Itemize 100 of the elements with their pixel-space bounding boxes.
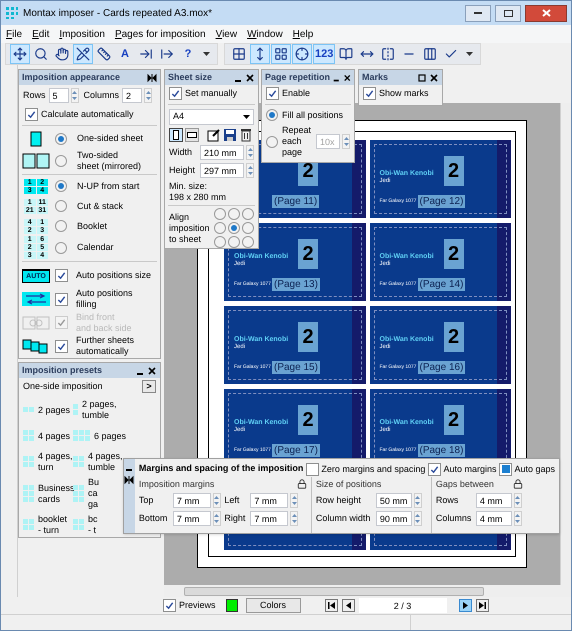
close-icon[interactable] bbox=[429, 72, 439, 82]
next-button[interactable]: > bbox=[142, 380, 156, 393]
toolbar-button[interactable] bbox=[271, 44, 291, 64]
maximize-icon[interactable] bbox=[417, 72, 427, 82]
radio-button[interactable] bbox=[55, 132, 67, 145]
down-arrow-icon bbox=[415, 520, 420, 524]
landscape-button[interactable] bbox=[185, 128, 199, 142]
number-field[interactable]: 7 mm bbox=[172, 493, 211, 508]
radio-button[interactable] bbox=[55, 220, 67, 232]
checkbox[interactable] bbox=[306, 462, 320, 476]
radio-button[interactable] bbox=[214, 222, 226, 234]
number-field[interactable]: 4 mm bbox=[476, 493, 512, 508]
up-arrow-icon bbox=[292, 496, 297, 499]
lock-icon[interactable] bbox=[296, 479, 307, 489]
previous-page-button[interactable] bbox=[342, 599, 355, 612]
colors-button[interactable]: Colors bbox=[246, 598, 301, 613]
checkbox[interactable] bbox=[55, 292, 68, 306]
radio-button[interactable] bbox=[242, 222, 254, 234]
number-field[interactable]: 4 mm bbox=[476, 511, 512, 526]
radio-button[interactable] bbox=[228, 236, 240, 248]
split-arrows-icon[interactable] bbox=[124, 475, 134, 485]
close-icon[interactable] bbox=[245, 72, 255, 82]
number-field[interactable]: 2 bbox=[122, 88, 142, 103]
close-button[interactable] bbox=[525, 4, 567, 22]
checkbox[interactable] bbox=[499, 462, 512, 476]
number-field[interactable]: 7 mm bbox=[250, 511, 288, 526]
number-field[interactable]: 5 bbox=[48, 88, 69, 103]
edit-icon[interactable] bbox=[207, 128, 221, 142]
number-field[interactable]: 297 mm bbox=[200, 163, 244, 178]
scrollbar-thumb[interactable] bbox=[184, 586, 484, 596]
menu-item[interactable]: View bbox=[214, 26, 240, 42]
menu-item[interactable]: Edit bbox=[30, 26, 52, 42]
radio-button[interactable] bbox=[242, 236, 254, 248]
checkbox[interactable] bbox=[55, 269, 68, 282]
save-icon[interactable] bbox=[223, 128, 237, 142]
radio-button[interactable] bbox=[55, 154, 67, 167]
radio-button[interactable] bbox=[214, 208, 226, 220]
checkbox[interactable] bbox=[25, 108, 38, 121]
spin-button[interactable] bbox=[246, 163, 254, 178]
close-icon[interactable] bbox=[342, 72, 351, 82]
first-page-button[interactable] bbox=[324, 599, 338, 612]
toolbar-button[interactable]: ? bbox=[178, 44, 198, 64]
checkbox[interactable] bbox=[363, 87, 376, 100]
menu-item[interactable]: File bbox=[4, 26, 24, 42]
checkbox[interactable] bbox=[55, 340, 68, 353]
radio-button[interactable] bbox=[266, 136, 278, 148]
up-arrow-icon bbox=[292, 514, 297, 517]
radio-button[interactable] bbox=[242, 208, 254, 220]
maximize-button[interactable] bbox=[495, 4, 521, 22]
radio-button[interactable] bbox=[55, 180, 67, 192]
portrait-button[interactable] bbox=[169, 128, 183, 142]
toolbar-button[interactable] bbox=[250, 44, 270, 64]
spin-button[interactable] bbox=[212, 511, 221, 526]
checkbox[interactable] bbox=[169, 87, 182, 100]
spin-button[interactable] bbox=[290, 511, 298, 526]
spin-button[interactable] bbox=[514, 511, 522, 526]
number-field[interactable]: 210 mm bbox=[200, 145, 244, 160]
radio-button[interactable] bbox=[55, 242, 67, 254]
number-field[interactable]: 7 mm bbox=[172, 511, 211, 526]
toolbar-button[interactable] bbox=[292, 44, 312, 64]
number-field[interactable]: 90 mm bbox=[376, 511, 412, 526]
number-field[interactable]: 50 mm bbox=[376, 493, 412, 508]
menu-item[interactable]: Help bbox=[290, 26, 316, 42]
toolbar-button[interactable] bbox=[10, 44, 30, 64]
label: Size of positions bbox=[316, 478, 382, 490]
trash-icon[interactable] bbox=[239, 128, 253, 142]
radio-button[interactable] bbox=[266, 109, 278, 121]
toolbar-button[interactable] bbox=[73, 44, 93, 64]
menu-item[interactable]: Imposition bbox=[57, 26, 107, 42]
last-page-button[interactable] bbox=[476, 599, 489, 612]
spin-button[interactable] bbox=[342, 134, 350, 149]
menu-item[interactable]: Window bbox=[245, 26, 285, 42]
label: 6 pages bbox=[94, 430, 126, 442]
checkbox[interactable] bbox=[428, 462, 442, 476]
checkbox[interactable] bbox=[163, 599, 176, 612]
close-icon[interactable] bbox=[147, 366, 157, 376]
split-arrows-icon[interactable] bbox=[147, 72, 157, 82]
checkmark-icon bbox=[365, 89, 374, 98]
minimize-button[interactable] bbox=[465, 4, 491, 22]
checkbox[interactable] bbox=[266, 87, 279, 100]
radio-button[interactable] bbox=[214, 236, 226, 248]
lock-icon[interactable] bbox=[512, 479, 523, 489]
radio-button[interactable] bbox=[228, 208, 240, 220]
radio-button[interactable] bbox=[228, 222, 240, 234]
spin-button[interactable] bbox=[414, 493, 422, 508]
spin-button[interactable] bbox=[144, 88, 152, 103]
toolbar-button[interactable]: A bbox=[115, 44, 135, 64]
toolbar-button[interactable]: 123 bbox=[313, 44, 336, 64]
menu-item[interactable]: Pages for imposition bbox=[112, 26, 208, 42]
format-dropdown[interactable]: A4 bbox=[169, 109, 254, 125]
number-field[interactable]: 7 mm bbox=[250, 493, 288, 508]
radio-button[interactable] bbox=[55, 200, 67, 212]
label: Rows bbox=[436, 495, 460, 506]
spin-button[interactable] bbox=[212, 493, 221, 508]
spin-button[interactable] bbox=[70, 88, 79, 103]
label: Show marks bbox=[379, 88, 429, 99]
next-page-button[interactable] bbox=[458, 599, 472, 612]
color-swatch[interactable] bbox=[226, 599, 238, 612]
spin-button[interactable] bbox=[414, 511, 422, 526]
page-field[interactable]: 2 / 3 bbox=[358, 598, 447, 613]
